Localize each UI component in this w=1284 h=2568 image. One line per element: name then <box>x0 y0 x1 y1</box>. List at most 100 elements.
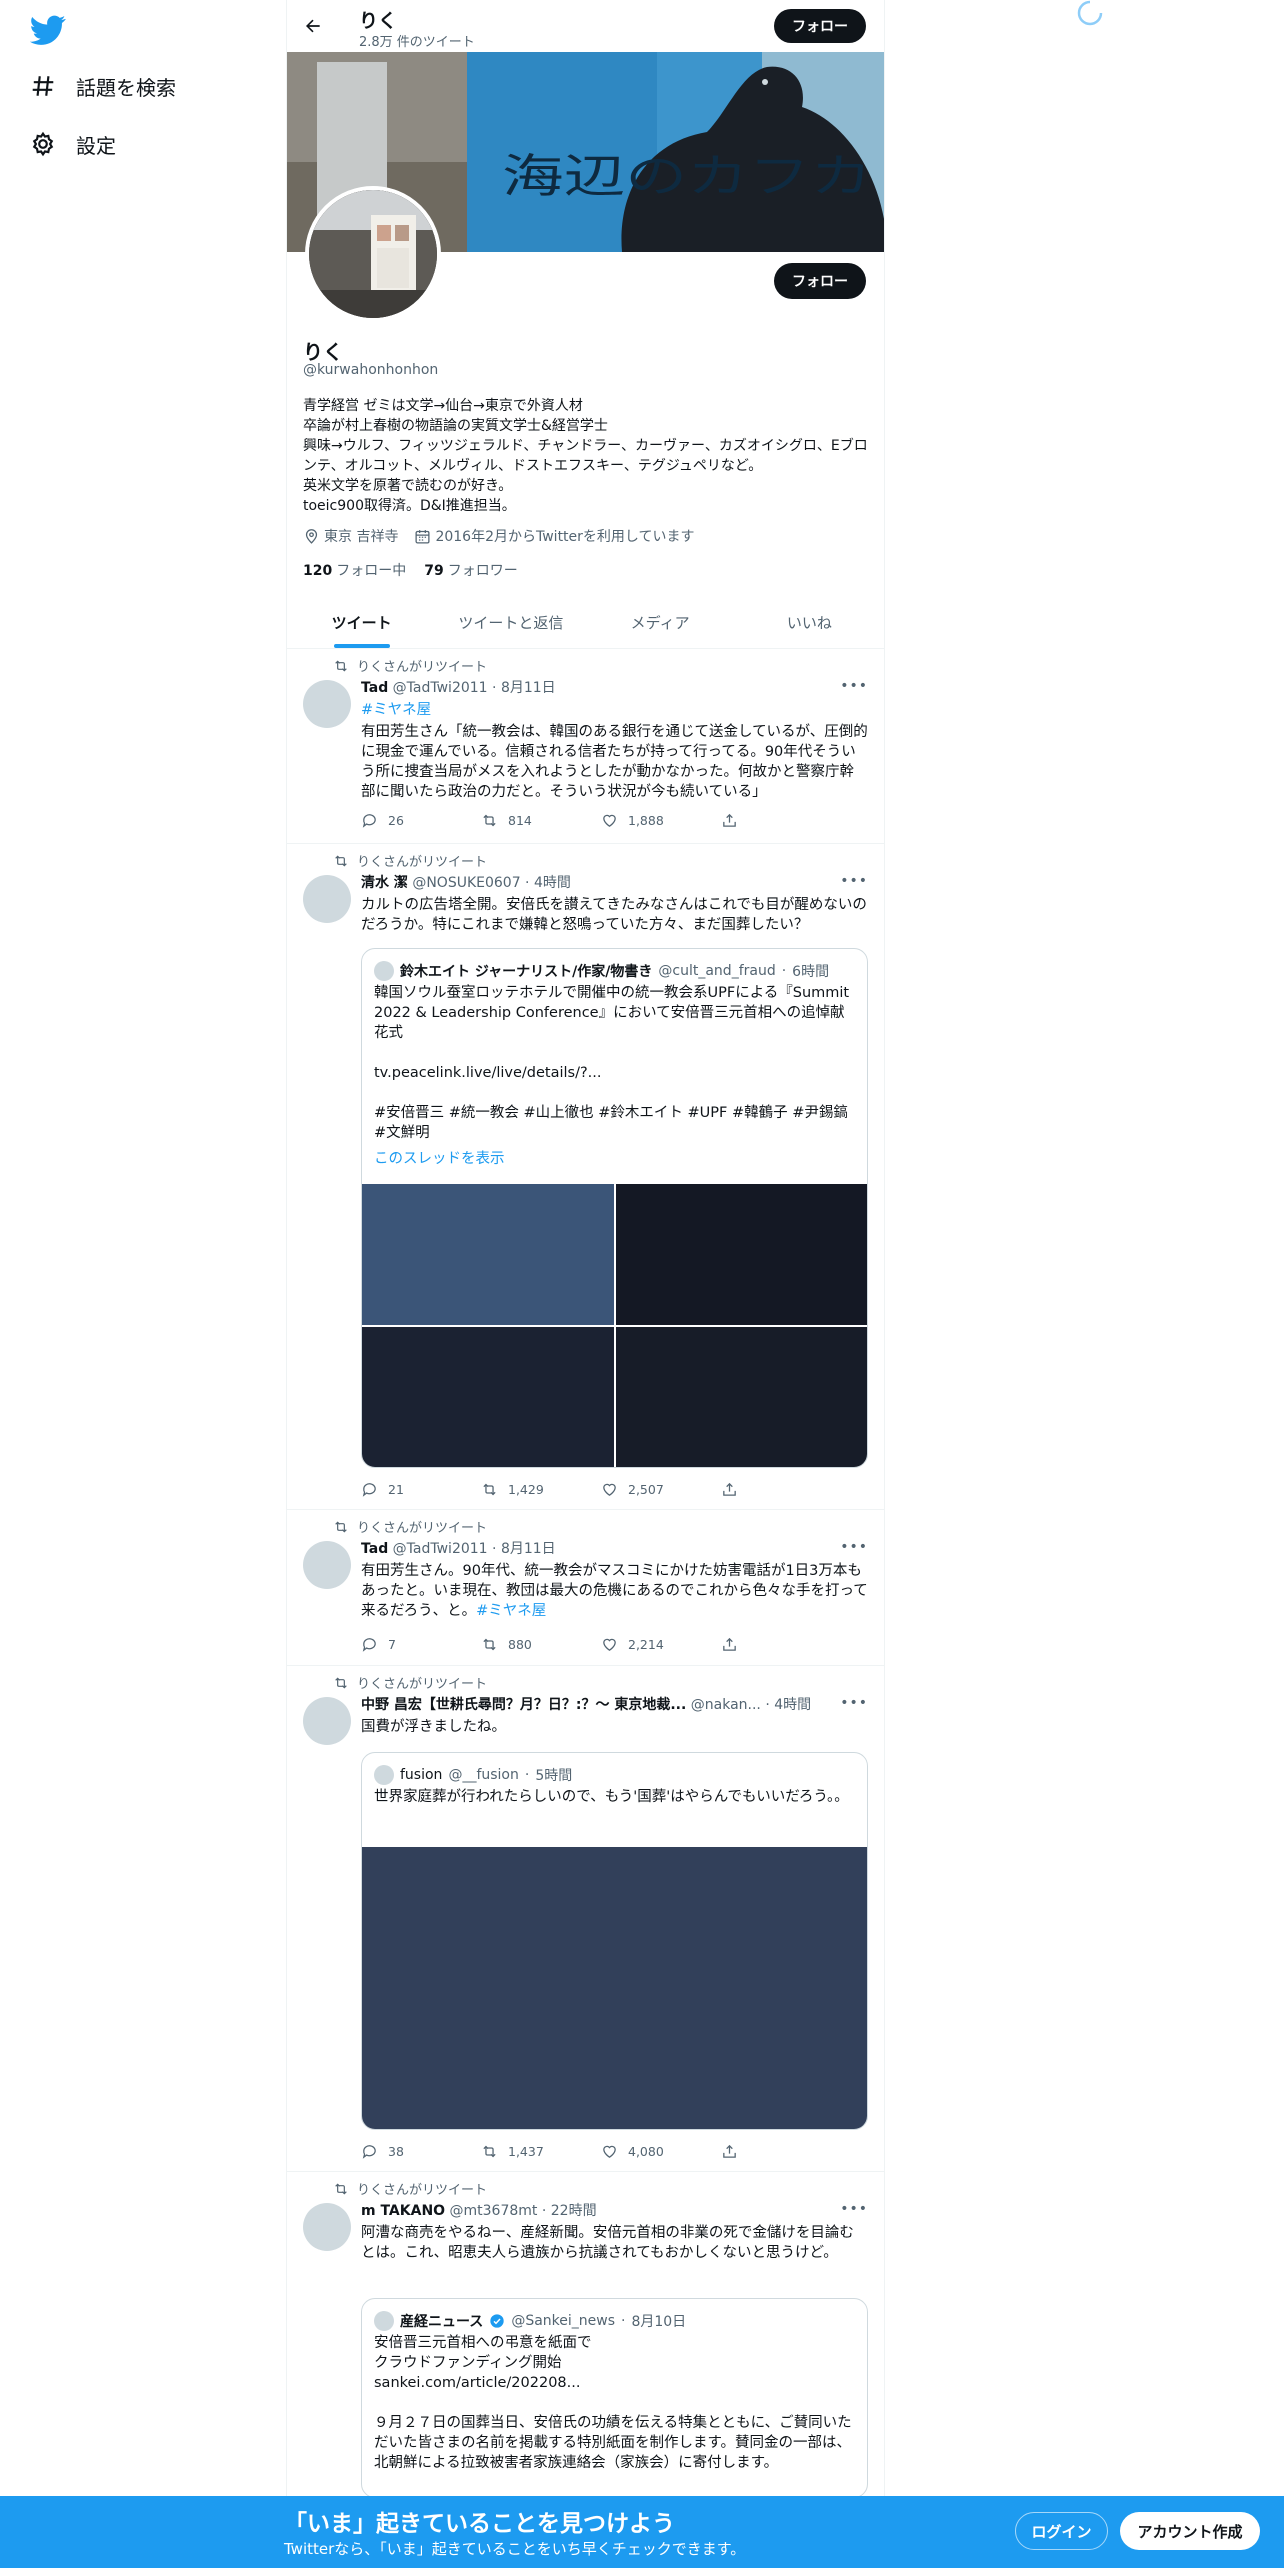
reply-button[interactable]: 26 <box>361 812 481 829</box>
author-handle[interactable]: @nakan... <box>691 1697 761 1713</box>
profile-avatar[interactable] <box>305 186 441 322</box>
reply-button[interactable]: 21 <box>361 1481 481 1498</box>
like-button[interactable]: 2,507 <box>601 1481 721 1498</box>
share-icon <box>723 1637 736 1651</box>
tweet-author: 中野 昌宏【世耕氏尋問？月？日？:？〜 東京地裁... @nakan... · … <box>361 1697 812 1713</box>
tweet-time[interactable]: 4時間 <box>774 1697 811 1713</box>
media-image[interactable] <box>362 1847 867 2129</box>
quoted-author-name: 鈴木エイト ジャーナリスト/作家/物書き <box>400 964 653 980</box>
share-button[interactable] <box>721 1636 841 1653</box>
retweet-button[interactable]: 814 <box>481 812 601 829</box>
like-button[interactable]: 4,080 <box>601 2143 721 2160</box>
like-button[interactable]: 1,888 <box>601 812 721 829</box>
reply-button[interactable]: 7 <box>361 1636 481 1653</box>
author-name[interactable]: m TAKANO <box>361 2203 445 2219</box>
author-name[interactable]: Tad <box>361 1541 388 1557</box>
tab-likes[interactable]: いいね <box>735 596 884 648</box>
profile-follow-stats: 120 フォロー中 79 フォロワー <box>303 560 518 580</box>
quoted-author: 産経ニュース @Sankei_news · 8月10日 <box>374 2311 855 2331</box>
avatar[interactable] <box>303 2203 351 2251</box>
tweet-text-body: 有田芳生さん。90年代、統一教会がマスコミにかけた妨害電話が1日3万本もあったと… <box>361 1563 868 1619</box>
back-arrow-icon[interactable] <box>299 12 327 40</box>
author-handle[interactable]: @mt3678mt <box>450 2203 538 2219</box>
tweet-time[interactable]: 8月11日 <box>501 680 556 696</box>
login-button[interactable]: ログイン <box>1015 2512 1108 2550</box>
quoted-tweet[interactable]: 鈴木エイト ジャーナリスト/作家/物書き @cult_and_fraud · 6時間 … <box>361 948 868 1468</box>
tweet-item[interactable]: りくさんがリツイート ••• Tad @TadTwi2011 · 8月11日 有… <box>287 1511 884 1666</box>
like-count: 2,214 <box>628 1637 664 1652</box>
following-stat[interactable]: 120 フォロー中 <box>303 560 406 580</box>
quoted-time: 5時間 <box>535 1768 573 1784</box>
share-button[interactable] <box>721 2143 841 2160</box>
author-handle[interactable]: @TadTwi2011 <box>393 1541 488 1557</box>
avatar[interactable] <box>303 1541 351 1589</box>
retweet-button[interactable]: 880 <box>481 1636 601 1653</box>
author-name[interactable]: 清水 潔 <box>361 875 408 891</box>
header-tweet-count: 2.8万 件のツイート <box>359 35 475 50</box>
quoted-author: fusion @__fusion · 5時間 <box>374 1765 855 1785</box>
tab-media[interactable]: メディア <box>586 596 735 648</box>
twitter-logo-icon[interactable] <box>29 12 66 48</box>
share-icon <box>723 1482 736 1496</box>
banner-title-text: 海辺のカフカ <box>502 149 872 203</box>
like-button[interactable]: 2,214 <box>601 1636 721 1653</box>
hashtag-link[interactable]: #ミヤネ屋 <box>476 1603 546 1619</box>
retweet-label: りくさんがリツイート <box>357 2183 488 2198</box>
share-icon <box>723 813 736 827</box>
nav-settings-label: 設定 <box>76 133 116 158</box>
quoted-time: 8月10日 <box>631 2314 687 2330</box>
share-button[interactable] <box>721 1481 841 1498</box>
share-button[interactable] <box>721 812 841 829</box>
tweet-text: 国費が浮きましたね。 <box>361 1719 506 1735</box>
tab-tweets-and-replies[interactable]: ツイートと返信 <box>436 596 585 648</box>
tweet-time[interactable]: 4時間 <box>534 875 571 891</box>
tweet-time[interactable]: 8月11日 <box>501 1541 556 1557</box>
followers-label: フォロワー <box>447 563 518 579</box>
profile-follow-button[interactable]: フォロー <box>774 263 866 299</box>
author-handle[interactable]: @TadTwi2011 <box>393 680 488 696</box>
retweet-indicator: りくさんがリツイート <box>333 2179 487 2198</box>
tweet-author: 清水 潔 @NOSUKE0607 · 4時間 <box>361 875 571 891</box>
tweet-item[interactable]: りくさんがリツイート ••• 清水 潔 @NOSUKE0607 · 4時間 カル… <box>287 845 884 1510</box>
author-name[interactable]: Tad <box>361 680 388 696</box>
signup-banner: 「いま」起きていることを見つけよう Twitterなら、「いま」起きていることを… <box>0 2496 1284 2568</box>
tweet-item[interactable]: りくさんがリツイート ••• m TAKANO @mt3678mt · 22時間… <box>287 2173 884 2503</box>
tweet-author: Tad @TadTwi2011 · 8月11日 <box>361 1541 556 1557</box>
create-account-button[interactable]: アカウント作成 <box>1120 2512 1260 2550</box>
retweet-button[interactable]: 1,429 <box>481 1481 601 1498</box>
avatar[interactable] <box>303 875 351 923</box>
quoted-author-handle: @cult_and_fraud <box>658 963 776 979</box>
media-image[interactable] <box>615 1184 867 1325</box>
calendar-icon <box>415 529 430 544</box>
media-image[interactable] <box>615 1326 867 1467</box>
profile-handle: @kurwahonhonhon <box>303 362 439 378</box>
author-handle[interactable]: @NOSUKE0607 <box>412 875 520 891</box>
retweet-button[interactable]: 1,437 <box>481 2143 601 2160</box>
followers-count: 79 <box>424 563 444 579</box>
show-thread-link[interactable]: このスレッドを表示 <box>374 1147 855 1168</box>
avatar[interactable] <box>303 1697 351 1745</box>
media-image[interactable] <box>362 1326 614 1467</box>
quoted-tweet[interactable]: fusion @__fusion · 5時間 世界家庭葬が行われたらしいので、もう'国… <box>361 1752 868 2130</box>
author-name[interactable]: 中野 昌宏【世耕氏尋問？月？日？:？〜 東京地裁... <box>361 1697 686 1713</box>
hashtag-link[interactable]: #ミヤネ屋 <box>361 700 868 720</box>
header-follow-button[interactable]: フォロー <box>774 9 866 43</box>
tweet-author: m TAKANO @mt3678mt · 22時間 <box>361 2203 597 2219</box>
reply-icon <box>362 1638 376 1652</box>
followers-stat[interactable]: 79 フォロワー <box>424 560 517 580</box>
quoted-text: 韓国ソウル蚕室ロッテホテルで開催中の統一教会系UPFによる『Summit 202… <box>374 985 850 1141</box>
nav-explore[interactable]: 話題を検索 <box>30 66 176 106</box>
tweet-text: カルトの広告塔全開。安倍氏を讃えてきたみなさんはこれでも目が醒めないのだろうか。… <box>361 897 867 933</box>
quoted-tweet[interactable]: 産経ニュース @Sankei_news · 8月10日 安倍晋三元首相への弔意を紙面で… <box>361 2298 868 2498</box>
media-image[interactable] <box>362 1184 614 1325</box>
avatar[interactable] <box>303 680 351 728</box>
tab-tweets[interactable]: ツイート <box>287 596 436 648</box>
tweet-time[interactable]: 22時間 <box>551 2203 597 2219</box>
tweet-item[interactable]: りくさんがリツイート ••• 中野 昌宏【世耕氏尋問？月？日？:？〜 東京地裁.… <box>287 1667 884 2172</box>
more-options-icon[interactable]: ••• <box>840 1695 868 1711</box>
heart-icon <box>603 1638 616 1651</box>
reply-button[interactable]: 38 <box>361 2143 481 2160</box>
reply-count: 38 <box>388 2144 404 2159</box>
tweet-item[interactable]: りくさんがリツイート ••• Tad @TadTwi2011 · 8月11日 #… <box>287 650 884 844</box>
nav-settings[interactable]: 設定 <box>30 124 116 164</box>
